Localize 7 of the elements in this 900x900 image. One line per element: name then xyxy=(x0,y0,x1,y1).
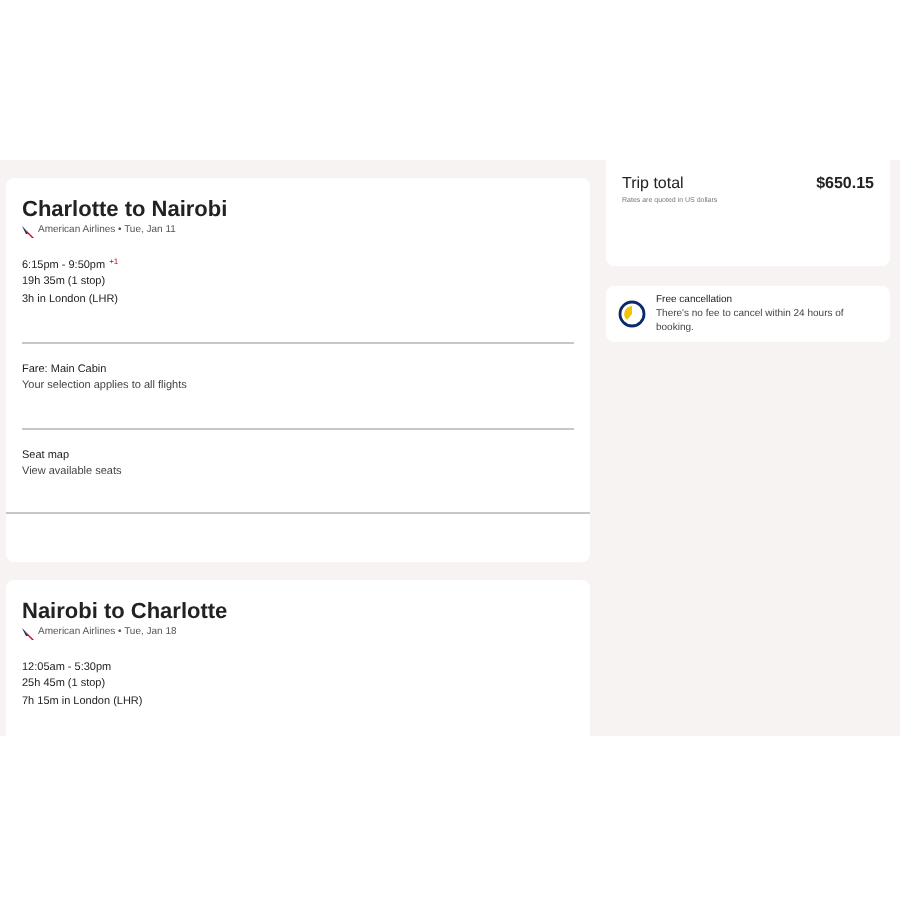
flight-title: Charlotte to Nairobi xyxy=(22,196,230,224)
airline-logo-icon xyxy=(22,627,34,640)
trip-total-label: Trip total xyxy=(622,172,684,196)
flight-title: Nairobi to Charlotte xyxy=(22,598,230,626)
airline-logo-icon xyxy=(22,225,34,238)
trip-total-amount: $650.15 xyxy=(816,172,874,196)
clock-icon xyxy=(618,300,646,328)
